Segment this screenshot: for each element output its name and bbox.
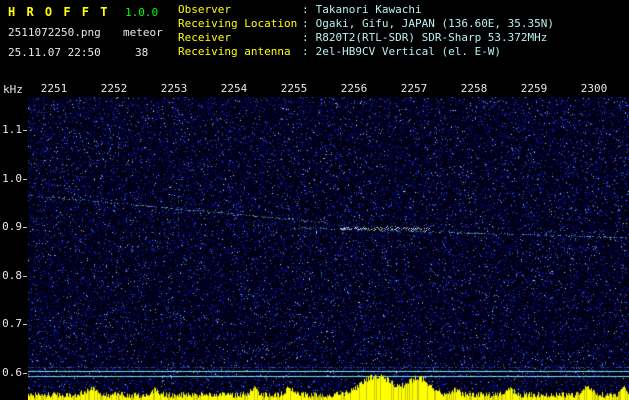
info-label: Receiving antenna [178, 45, 291, 58]
header-info: Observer: Takanori Kawachi Receiving Loca… [178, 3, 554, 59]
echo-count: 38 [135, 46, 149, 59]
info-colon: : [302, 3, 309, 16]
title-row: H R O F F T 1.0.0 [8, 2, 178, 22]
info-row-observer: Observer: Takanori Kawachi [178, 3, 554, 17]
time-tick-label: 2251 [40, 82, 68, 95]
time-tick-label: 2258 [460, 82, 488, 95]
freq-tick: 0.9 [0, 221, 28, 233]
freq-tick: 0.7 [0, 318, 28, 330]
info-value: Takanori Kawachi [315, 3, 422, 16]
freq-tick-mark [23, 179, 27, 180]
freq-tick: 0.6 [0, 367, 28, 379]
info-value: Ogaki, Gifu, JAPAN (136.60E, 35.35N) [315, 17, 555, 30]
freq-tick-mark [23, 324, 27, 325]
info-value: 2el-HB9CV Vertical (el. E-W) [315, 45, 502, 58]
info-row-location: Receiving Location: Ogaki, Gifu, JAPAN (1… [178, 17, 554, 31]
time-tick-label: 2253 [160, 82, 188, 95]
header-left: H R O F F T 1.0.0 2511072250.png meteor … [8, 2, 178, 62]
time-tick-label: 2300 [580, 82, 608, 95]
freq-tick: 1.1 [0, 124, 28, 136]
freq-tick-label: 0.8 [2, 269, 22, 282]
filename-row: 2511072250.png meteor [8, 22, 178, 42]
freq-tick-label: 0.9 [2, 220, 22, 233]
time-tick-label: 2254 [220, 82, 248, 95]
mode-label: meteor [123, 26, 163, 39]
freq-tick-mark [23, 227, 27, 228]
datetime-row: 25.11.07 22:50 38 [8, 42, 178, 62]
info-row-antenna: Receiving antenna:2el-HB9CV Vertical (el… [178, 45, 554, 59]
info-value: R820T2(RTL-SDR) SDR-Sharp 53.372MHz [315, 31, 548, 44]
freq-tick: 0.8 [0, 270, 28, 282]
time-tick-label: 2257 [400, 82, 428, 95]
freq-tick: 1.0 [0, 173, 28, 185]
info-label: Receiver [178, 31, 231, 44]
time-tick-label: 2259 [520, 82, 548, 95]
time-tick-label: 2252 [100, 82, 128, 95]
spectrogram-canvas [28, 97, 629, 400]
freq-tick-label: 0.7 [2, 317, 22, 330]
hrofft-output: H R O F F T 1.0.0 2511072250.png meteor … [0, 0, 629, 400]
info-colon: : [302, 45, 309, 58]
info-row-receiver: Receiver: R820T2(RTL-SDR) SDR-Sharp 53.37… [178, 31, 554, 45]
freq-tick-label: 1.1 [2, 123, 22, 136]
info-label: Receiving Location [178, 17, 298, 30]
freq-tick-label: 1.0 [2, 172, 22, 185]
freq-tick-label: 0.6 [2, 366, 22, 379]
info-label: Observer [178, 3, 231, 16]
time-axis: 2251 2252 2253 2254 2255 2256 2257 2258 … [0, 82, 629, 96]
time-tick-label: 2256 [340, 82, 368, 95]
app-version: 1.0.0 [125, 6, 159, 19]
freq-tick-mark [23, 130, 27, 131]
info-colon: : [302, 17, 309, 30]
info-colon: : [302, 31, 309, 44]
freq-tick-mark [23, 276, 27, 277]
time-tick-label: 2255 [280, 82, 308, 95]
frequency-axis: 1.1 1.0 0.9 0.8 0.7 0.6 [0, 0, 28, 400]
freq-tick-mark [23, 373, 27, 374]
